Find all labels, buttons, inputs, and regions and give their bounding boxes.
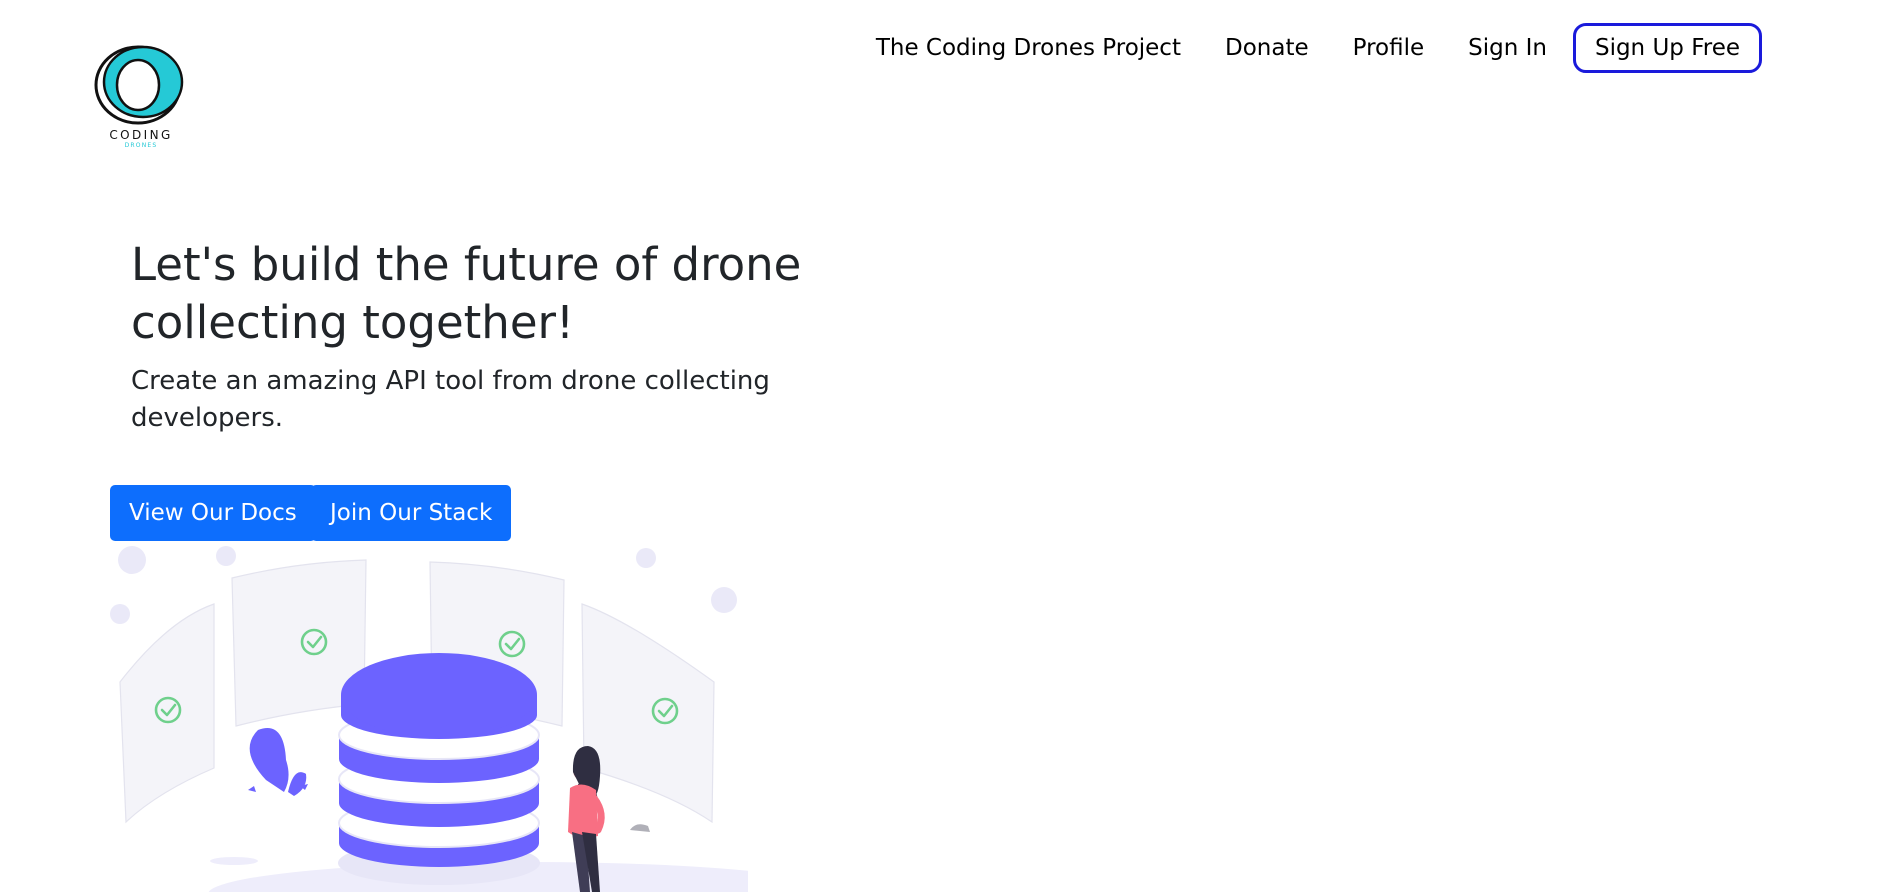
nav-link-sign-in[interactable]: Sign In <box>1468 35 1547 61</box>
top-navigation: The Coding Drones Project Donate Profile… <box>876 20 1762 76</box>
logo-wordmark: CODING <box>109 128 173 142</box>
brand-logo[interactable]: CODING DRONES <box>93 44 189 152</box>
hero-subheadline: Create an amazing API tool from drone co… <box>131 366 770 433</box>
rock-illustration <box>630 824 650 832</box>
hero-illustration <box>110 546 748 892</box>
nav-link-project[interactable]: The Coding Drones Project <box>876 35 1181 61</box>
panel-right <box>581 603 715 824</box>
hero-headline: Let's build the future of drone collecti… <box>131 238 802 349</box>
database-illustration <box>338 653 540 885</box>
logo-rings-icon <box>94 45 184 125</box>
sign-up-button[interactable]: Sign Up Free <box>1572 23 1762 73</box>
view-docs-button[interactable]: View Our Docs <box>110 485 316 541</box>
join-stack-button[interactable]: Join Our Stack <box>311 485 512 541</box>
logo-tagline: DRONES <box>124 142 158 149</box>
nav-link-profile[interactable]: Profile <box>1353 35 1425 61</box>
nav-link-donate[interactable]: Donate <box>1225 35 1309 61</box>
plant-illustration <box>248 728 308 796</box>
